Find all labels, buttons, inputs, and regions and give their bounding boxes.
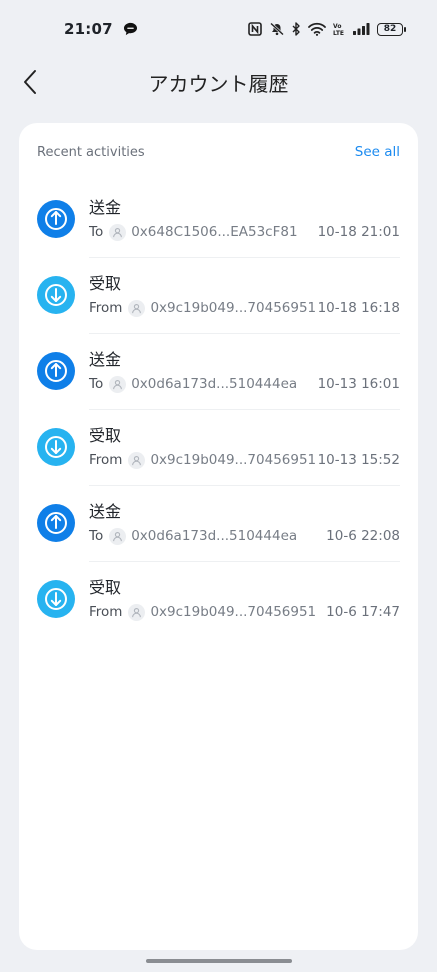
activity-address: 0x0d6a173d...510444ea	[131, 376, 298, 392]
user-avatar-icon	[109, 527, 127, 545]
activity-body: 受取 From 0x9c19b049...70456951 10-13 15:52	[89, 426, 400, 469]
activity-row[interactable]: 送金 To 0x648C1506...EA53cF81 10-18 21:01	[37, 181, 400, 257]
activity-list: 送金 To 0x648C1506...EA53cF81 10-18 21:01 受取 Fr…	[19, 181, 418, 637]
user-avatar-icon	[109, 223, 127, 241]
back-button[interactable]	[12, 64, 48, 100]
activity-time: 10-18 21:01	[317, 224, 400, 240]
activities-card: Recent activities See all 送金 To 0x648C1506…	[19, 123, 418, 950]
wifi-icon	[308, 22, 326, 36]
user-avatar-icon	[128, 603, 146, 621]
chevron-left-icon	[24, 70, 36, 94]
activity-meta: From 0x9c19b049...70456951 10-18 16:18	[89, 299, 400, 317]
activity-direction: From	[89, 300, 123, 316]
activity-direction: To	[89, 528, 104, 544]
activity-body: 送金 To 0x0d6a173d...510444ea 10-6 22:08	[89, 502, 400, 545]
activity-time: 10-6 17:47	[326, 604, 400, 620]
activity-meta: From 0x9c19b049...70456951 10-6 17:47	[89, 603, 400, 621]
activity-meta: To 0x0d6a173d...510444ea 10-6 22:08	[89, 527, 400, 545]
activity-address: 0x0d6a173d...510444ea	[131, 528, 298, 544]
volte-icon: Vo LTE	[333, 23, 344, 36]
activity-type: 送金	[89, 349, 122, 369]
activity-type: 受取	[89, 273, 122, 293]
activity-row[interactable]: 送金 To 0x0d6a173d...510444ea 10-6 22:08	[37, 485, 400, 561]
activity-type: 送金	[89, 197, 122, 217]
activity-type: 受取	[89, 577, 122, 597]
mute-icon	[270, 22, 284, 36]
status-icons: Vo LTE 82	[248, 22, 406, 36]
activity-body: 受取 From 0x9c19b049...70456951 10-18 16:18	[89, 274, 400, 317]
activity-direction: To	[89, 376, 104, 392]
send-arrow-up-icon	[37, 200, 75, 238]
user-avatar-icon	[109, 375, 127, 393]
activity-body: 送金 To 0x648C1506...EA53cF81 10-18 21:01	[89, 198, 400, 241]
activity-direction: From	[89, 604, 123, 620]
status-bar: 21:07 Vo LTE 82	[0, 0, 437, 58]
send-arrow-up-icon	[37, 504, 75, 542]
home-indicator[interactable]	[146, 959, 292, 963]
page-title: アカウント履歴	[148, 71, 289, 96]
activity-direction: To	[89, 224, 104, 240]
svg-text:Vo: Vo	[333, 23, 341, 30]
activities-header: Recent activities See all	[19, 123, 418, 181]
battery-icon: 82	[377, 22, 406, 36]
activity-address: 0x648C1506...EA53cF81	[131, 224, 298, 240]
activity-direction: From	[89, 452, 123, 468]
activity-meta: To 0x648C1506...EA53cF81 10-18 21:01	[89, 223, 400, 241]
activity-time: 10-13 15:52	[317, 452, 400, 468]
activity-address: 0x9c19b049...70456951	[150, 452, 317, 468]
bluetooth-icon	[292, 22, 300, 36]
activity-address: 0x9c19b049...70456951	[150, 300, 317, 316]
activity-time: 10-6 22:08	[326, 528, 400, 544]
user-avatar-icon	[128, 299, 146, 317]
activity-time: 10-13 16:01	[317, 376, 400, 392]
signal-icon	[353, 23, 370, 35]
activity-type: 受取	[89, 425, 122, 445]
activity-meta: To 0x0d6a173d...510444ea 10-13 16:01	[89, 375, 400, 393]
activity-row[interactable]: 受取 From 0x9c19b049...70456951 10-13 15:52	[37, 409, 400, 485]
activities-title: Recent activities	[37, 144, 145, 160]
battery-level: 82	[383, 24, 397, 34]
receive-arrow-down-icon	[37, 580, 75, 618]
nfc-icon	[248, 22, 262, 36]
app-header: アカウント履歴	[0, 58, 437, 106]
send-arrow-up-icon	[37, 352, 75, 390]
activity-address: 0x9c19b049...70456951	[150, 604, 317, 620]
status-time: 21:07	[64, 20, 113, 38]
activity-row[interactable]: 受取 From 0x9c19b049...70456951 10-18 16:18	[37, 257, 400, 333]
user-avatar-icon	[128, 451, 146, 469]
see-all-link[interactable]: See all	[355, 144, 400, 160]
receive-arrow-down-icon	[37, 428, 75, 466]
chat-bubble-icon	[123, 22, 137, 36]
svg-text:LTE: LTE	[333, 30, 344, 36]
activity-row[interactable]: 送金 To 0x0d6a173d...510444ea 10-13 16:01	[37, 333, 400, 409]
activity-body: 送金 To 0x0d6a173d...510444ea 10-13 16:01	[89, 350, 400, 393]
activity-row[interactable]: 受取 From 0x9c19b049...70456951 10-6 17:47	[37, 561, 400, 637]
receive-arrow-down-icon	[37, 276, 75, 314]
activity-type: 送金	[89, 501, 122, 521]
activity-time: 10-18 16:18	[317, 300, 400, 316]
activity-body: 受取 From 0x9c19b049...70456951 10-6 17:47	[89, 578, 400, 621]
activity-meta: From 0x9c19b049...70456951 10-13 15:52	[89, 451, 400, 469]
